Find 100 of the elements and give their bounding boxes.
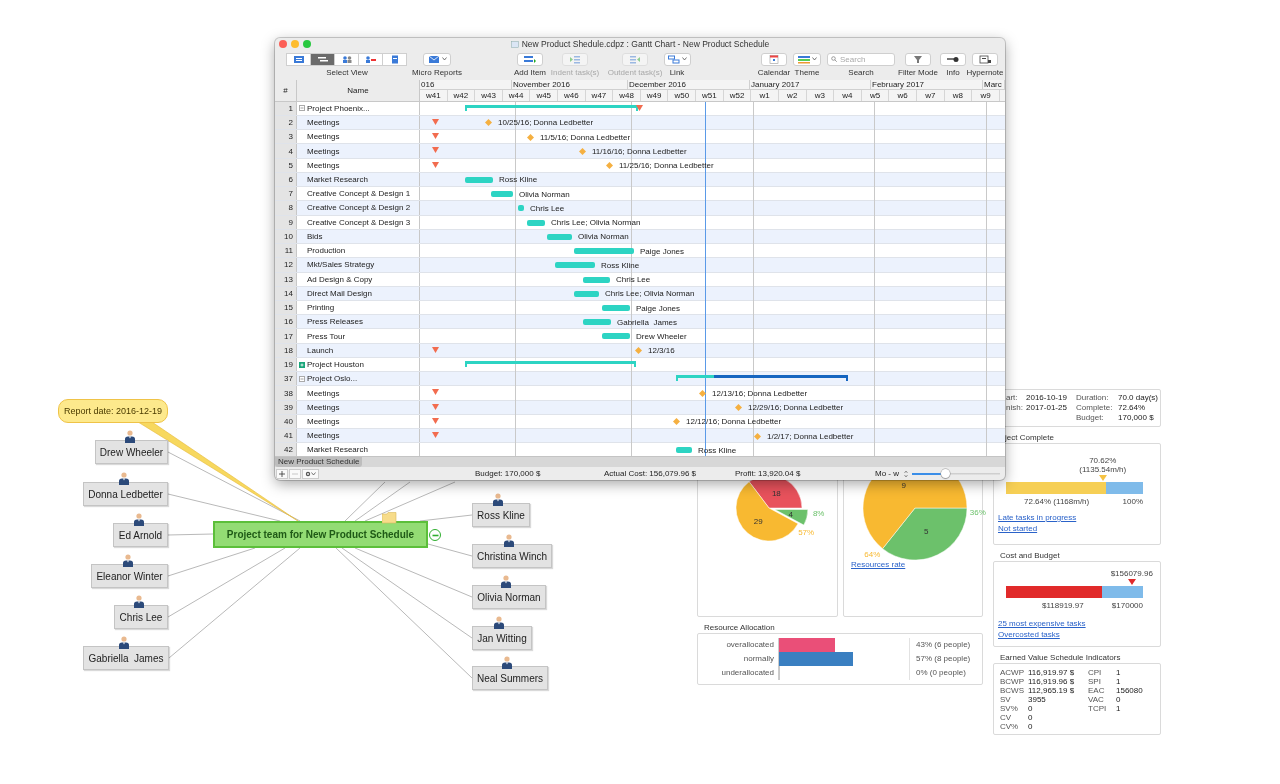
task-bar[interactable] <box>583 276 610 283</box>
row-number: 15 <box>275 301 297 315</box>
toolbar-label: Filter Mode <box>898 67 938 77</box>
view-segment[interactable] <box>382 52 407 66</box>
week-header: w52 <box>723 89 752 101</box>
resources-link[interactable]: Resources rate <box>851 559 906 570</box>
bar-label: 10/25/16; Donna Ledbetter <box>498 118 594 128</box>
task-bar[interactable] <box>676 447 692 454</box>
toolbar-label: Select View <box>326 67 368 77</box>
task-name: Meetings <box>307 388 340 398</box>
week-header: w48 <box>613 89 641 101</box>
indicator-value: 1 <box>1116 668 1122 677</box>
toolbar-button[interactable] <box>940 52 966 66</box>
person-node[interactable]: Chris Lee <box>114 605 168 629</box>
window-title: New Product Shedule.cdpz : Gantt Chart - New Product Schedule <box>521 39 770 50</box>
task-name: Market Research <box>307 175 368 184</box>
marker-label: $156079.96 <box>1109 569 1154 578</box>
deadline-marker <box>431 346 439 353</box>
bar-label: Gabriella James <box>617 317 678 327</box>
task-bar[interactable] <box>491 191 513 198</box>
task-bar[interactable] <box>555 262 595 269</box>
note-icon <box>979 54 991 64</box>
close-button[interactable] <box>279 40 287 49</box>
bar-label: Paige Jones <box>636 303 681 313</box>
person-node[interactable]: Jan Witting <box>472 626 532 650</box>
row-number: 8 <box>275 201 297 215</box>
view-segment[interactable] <box>358 52 383 66</box>
report-link[interactable]: 25 most expensive tasks <box>998 618 1160 629</box>
expand-toggle[interactable] <box>299 375 305 382</box>
list-icon <box>292 54 305 64</box>
section-title: Resource Allocation <box>703 622 776 633</box>
add-button[interactable] <box>276 468 288 479</box>
person-node[interactable]: Christina Winch <box>472 544 552 568</box>
column-header[interactable]: Name <box>297 79 420 101</box>
minus-icon <box>300 106 304 111</box>
person-node[interactable]: Donna Ledbetter <box>83 482 168 506</box>
person-node[interactable]: Gabriella James <box>83 646 169 670</box>
indicator-value: 0 <box>1028 713 1034 722</box>
task-bar[interactable] <box>574 248 634 255</box>
week-header: w50 <box>668 89 697 101</box>
expand-toggle[interactable] <box>299 361 305 368</box>
person-node[interactable]: Eleanor Winter <box>91 564 168 588</box>
central-topic[interactable]: Project team for New Product Schedule <box>213 521 428 548</box>
task-name: Project Oslo... <box>307 374 358 384</box>
column-header[interactable]: # <box>275 79 297 101</box>
milestone-marker <box>578 147 586 155</box>
task-bar[interactable] <box>602 305 630 311</box>
view-segment[interactable] <box>286 52 311 66</box>
person-node[interactable]: Ed Arnold <box>113 523 168 547</box>
person-node[interactable]: Neal Summers <box>472 666 548 690</box>
month-header: December 2016 <box>628 79 750 89</box>
task-bar[interactable] <box>583 319 611 326</box>
task-bar[interactable] <box>527 219 545 226</box>
week-header: w6 <box>889 89 917 101</box>
collapse-toggle[interactable] <box>429 529 441 541</box>
person-icon <box>123 430 136 443</box>
expand-toggle[interactable] <box>299 105 305 112</box>
person-node[interactable]: Ross Kline <box>472 503 530 527</box>
row-number: 37 <box>275 372 297 386</box>
allocation-label: overallocated <box>725 639 775 651</box>
report-link[interactable]: Overcosted tasks <box>998 629 1160 640</box>
person-icon <box>503 534 515 547</box>
task-name: Printing <box>307 303 335 313</box>
report-link[interactable]: Not started <box>998 523 1160 534</box>
view-segment[interactable] <box>334 52 359 66</box>
toolbar-button[interactable] <box>972 52 998 66</box>
indicator-name: CV <box>1000 713 1013 722</box>
task-bar[interactable] <box>574 290 599 297</box>
info-label: Budget: <box>1076 413 1105 423</box>
allocation-reading: 43% (6 people) <box>915 639 972 651</box>
sheet-tab[interactable]: New Product Schedule <box>275 457 363 468</box>
percent-label: 64% <box>864 550 881 560</box>
week-header: w2 <box>778 89 807 101</box>
search-icon <box>831 56 837 63</box>
minimize-button[interactable] <box>291 40 299 49</box>
indicator-value: 156080 <box>1116 686 1144 695</box>
task-bar[interactable] <box>602 333 630 340</box>
section-title: ject Complete <box>1004 432 1055 443</box>
view-segment[interactable] <box>310 52 335 66</box>
toolbar-label: Micro Reports <box>412 67 462 77</box>
info-value: 70.0 day(s) <box>1118 393 1160 403</box>
bar-label: 11/16/16; Donna Ledbetter <box>592 146 687 156</box>
settings-button[interactable] <box>302 468 319 479</box>
deadline-marker <box>431 389 439 396</box>
toolbar-label: Info <box>946 67 960 77</box>
info-label: nish: <box>1006 403 1024 413</box>
envelope-icon <box>427 54 440 64</box>
budget-text: Budget: 170,000 $ <box>475 469 542 479</box>
search-field[interactable]: Search <box>827 52 895 66</box>
row-number: 38 <box>275 386 297 400</box>
task-bar[interactable] <box>465 176 493 183</box>
person-icon <box>117 472 130 485</box>
task-bar[interactable] <box>547 233 572 240</box>
person-node[interactable]: Drew Wheeler <box>95 440 168 464</box>
indicator-value: 1 <box>1116 704 1122 713</box>
person-node[interactable]: Olivia Norman <box>472 585 546 609</box>
slider-thumb[interactable] <box>940 469 950 479</box>
zoom-button[interactable] <box>303 40 311 49</box>
report-link[interactable]: Late tasks in progress <box>998 512 1160 523</box>
task-bar[interactable] <box>518 205 524 212</box>
